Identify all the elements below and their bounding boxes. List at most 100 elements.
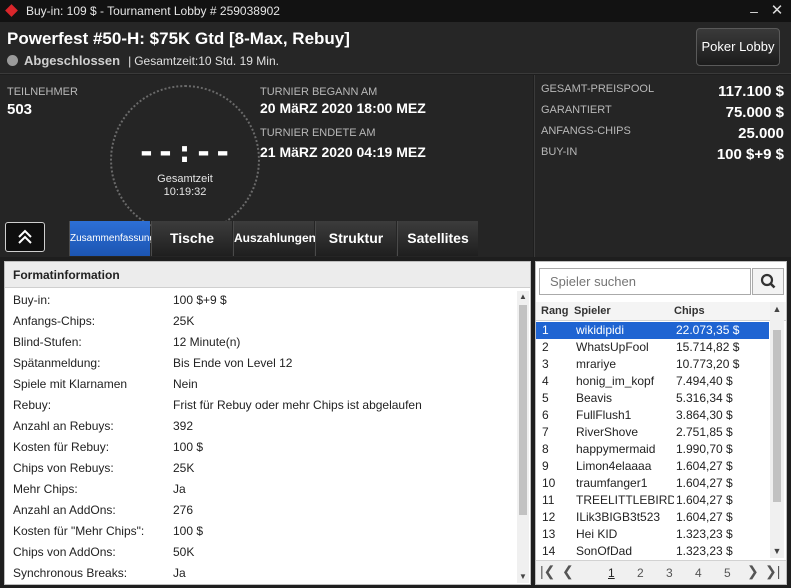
scrollbar-thumb[interactable] bbox=[519, 305, 527, 515]
format-row-value: Ja bbox=[173, 566, 186, 580]
player-name: TREELITTLEBIRDS bbox=[576, 493, 674, 507]
player-chips: 22.073,35 $ bbox=[676, 323, 740, 337]
col-chips[interactable]: Chips bbox=[674, 305, 705, 317]
player-chips: 1.604,27 $ bbox=[676, 493, 733, 507]
player-rank: 11 bbox=[542, 493, 555, 507]
player-name: FullFlush1 bbox=[576, 408, 632, 422]
player-row[interactable]: 8 happymermaid 1.990,70 $ bbox=[536, 441, 769, 458]
scroll-up-icon[interactable]: ▲ bbox=[770, 302, 784, 316]
pagination: |❮ ❮ ❯ ❯| 1 2 3 4 5 bbox=[536, 560, 786, 584]
player-row[interactable]: 6 FullFlush1 3.864,30 $ bbox=[536, 407, 769, 424]
tab-summary[interactable]: Zusammenfassung bbox=[69, 221, 155, 256]
player-rank: 5 bbox=[542, 391, 549, 405]
page-link[interactable]: 2 bbox=[637, 566, 644, 580]
player-row[interactable]: 2 WhatsUpFool 15.714,82 $ bbox=[536, 339, 769, 356]
player-chips: 2.751,85 $ bbox=[676, 425, 733, 439]
poker-lobby-button[interactable]: Poker Lobby bbox=[696, 28, 780, 66]
format-row-label: Anfangs-Chips: bbox=[13, 314, 96, 328]
clock-label: Gesamtzeit bbox=[157, 173, 213, 185]
prev-page-icon[interactable]: ❮ bbox=[562, 563, 574, 580]
player-chips: 7.494,40 $ bbox=[676, 374, 733, 388]
format-row-label: Spiele mit Klarnamen bbox=[13, 377, 128, 391]
player-name: Limon4elaaaa bbox=[576, 459, 652, 473]
format-row-label: Spätanmeldung: bbox=[13, 356, 101, 370]
player-row[interactable]: 9 Limon4elaaaa 1.604,27 $ bbox=[536, 458, 769, 475]
format-row-label: Chips von AddOns: bbox=[13, 545, 116, 559]
tab-satellites[interactable]: Satellites bbox=[397, 221, 478, 256]
close-button[interactable]: ✕ bbox=[767, 2, 787, 20]
last-page-icon[interactable]: ❯| bbox=[765, 563, 780, 580]
next-page-icon[interactable]: ❯ bbox=[747, 563, 759, 580]
player-row[interactable]: 14 SonOfDad 1.323,23 $ bbox=[536, 543, 769, 560]
player-chips: 5.316,34 $ bbox=[676, 391, 733, 405]
format-row-value: 25K bbox=[173, 314, 195, 328]
page-link[interactable]: 3 bbox=[666, 566, 673, 580]
search-button[interactable] bbox=[752, 268, 784, 295]
player-rank: 2 bbox=[542, 340, 549, 354]
player-row[interactable]: 11 TREELITTLEBIRDS 1.604,27 $ bbox=[536, 492, 769, 509]
player-rank: 4 bbox=[542, 374, 549, 388]
format-scrollbar[interactable]: ▲ ▼ bbox=[517, 291, 529, 583]
player-chips: 1.604,27 $ bbox=[676, 476, 733, 490]
start-label: TURNIER BEGANN AM bbox=[260, 86, 378, 98]
page-link[interactable]: 4 bbox=[695, 566, 702, 580]
scroll-down-icon[interactable]: ▼ bbox=[517, 571, 529, 583]
player-rank: 12 bbox=[542, 510, 556, 524]
page-link[interactable]: 1 bbox=[608, 566, 615, 580]
clock-time: 10:19:32 bbox=[163, 186, 207, 198]
tab-structure[interactable]: Struktur bbox=[315, 221, 396, 256]
player-row[interactable]: 5 Beavis 5.316,34 $ bbox=[536, 390, 769, 407]
player-chips: 1.604,27 $ bbox=[676, 459, 733, 473]
player-chips: 1.604,27 $ bbox=[676, 510, 733, 524]
player-scrollbar[interactable]: ▲ ▼ bbox=[770, 302, 784, 558]
scroll-down-icon[interactable]: ▼ bbox=[770, 544, 784, 558]
scroll-up-icon[interactable]: ▲ bbox=[517, 291, 529, 303]
player-row[interactable]: 7 RiverShove 2.751,85 $ bbox=[536, 424, 769, 441]
format-row-label: Anzahl an AddOns: bbox=[13, 503, 116, 517]
tab-tables[interactable]: Tische bbox=[151, 221, 232, 256]
format-info-title: Formatinformation bbox=[5, 262, 530, 288]
page-link[interactable]: 5 bbox=[724, 566, 731, 580]
player-row[interactable]: 1 wikidipidi 22.073,35 $ bbox=[536, 322, 769, 339]
search-icon bbox=[760, 273, 776, 289]
format-row-label: Mehr Chips: bbox=[13, 482, 78, 496]
tournament-header: Powerfest #50-H: $75K Gtd [8-Max, Rebuy]… bbox=[0, 22, 791, 74]
format-row-label: Rebuy: bbox=[13, 398, 52, 412]
tournament-name: Powerfest #50-H: $75K Gtd [8-Max, Rebuy] bbox=[7, 29, 350, 48]
format-row-label: Kosten für "Mehr Chips": bbox=[13, 524, 145, 538]
prize-panel: GESAMT-PREISPOOL 117.100 $ GARANTIERT 75… bbox=[534, 75, 791, 257]
player-rank: 1 bbox=[542, 323, 549, 337]
tab-payouts[interactable]: Auszahlungen bbox=[233, 221, 316, 256]
player-chips: 1.323,23 $ bbox=[676, 544, 733, 558]
format-row-label: Synchronous Breaks: bbox=[13, 566, 128, 580]
player-chips: 1.990,70 $ bbox=[676, 442, 733, 456]
player-name: Beavis bbox=[576, 391, 613, 405]
player-search-input[interactable] bbox=[539, 268, 751, 295]
first-page-icon[interactable]: |❮ bbox=[540, 563, 555, 580]
format-row-value: 392 bbox=[173, 419, 194, 433]
app-logo-icon bbox=[5, 4, 19, 18]
status-badge: Abgeschlossen bbox=[24, 53, 121, 68]
buy-in-value: 100 $+9 $ bbox=[716, 146, 784, 163]
player-row[interactable]: 13 Hei KID 1.323,23 $ bbox=[536, 526, 769, 543]
player-row[interactable]: 3 mrariye 10.773,20 $ bbox=[536, 356, 769, 373]
player-row[interactable]: 10 traumfanger1 1.604,27 $ bbox=[536, 475, 769, 492]
collapse-button[interactable] bbox=[5, 222, 45, 252]
col-rank[interactable]: Rang bbox=[541, 305, 569, 317]
minimize-button[interactable]: – bbox=[744, 2, 764, 20]
status-dot-icon bbox=[7, 55, 18, 66]
player-name: SonOfDad bbox=[576, 544, 633, 558]
scrollbar-thumb[interactable] bbox=[773, 330, 781, 502]
window-title: Buy-in: 109 $ - Tournament Lobby # 25903… bbox=[26, 4, 280, 18]
title-bar: Buy-in: 109 $ - Tournament Lobby # 25903… bbox=[0, 0, 791, 22]
player-rank: 10 bbox=[542, 476, 556, 490]
player-name: wikidipidi bbox=[576, 323, 625, 337]
format-row-value: 25K bbox=[173, 461, 195, 475]
player-chips: 15.714,82 $ bbox=[676, 340, 740, 354]
clock-digits: --:-- bbox=[137, 135, 233, 170]
player-row[interactable]: 12 ILik3BIGB3t523 1.604,27 $ bbox=[536, 509, 769, 526]
col-player[interactable]: Spieler bbox=[574, 305, 611, 317]
end-value: 21 MäRZ 2020 04:19 MEZ bbox=[260, 144, 426, 160]
format-row-value: 100 $+9 $ bbox=[173, 293, 227, 307]
player-row[interactable]: 4 honig_im_kopf 7.494,40 $ bbox=[536, 373, 769, 390]
